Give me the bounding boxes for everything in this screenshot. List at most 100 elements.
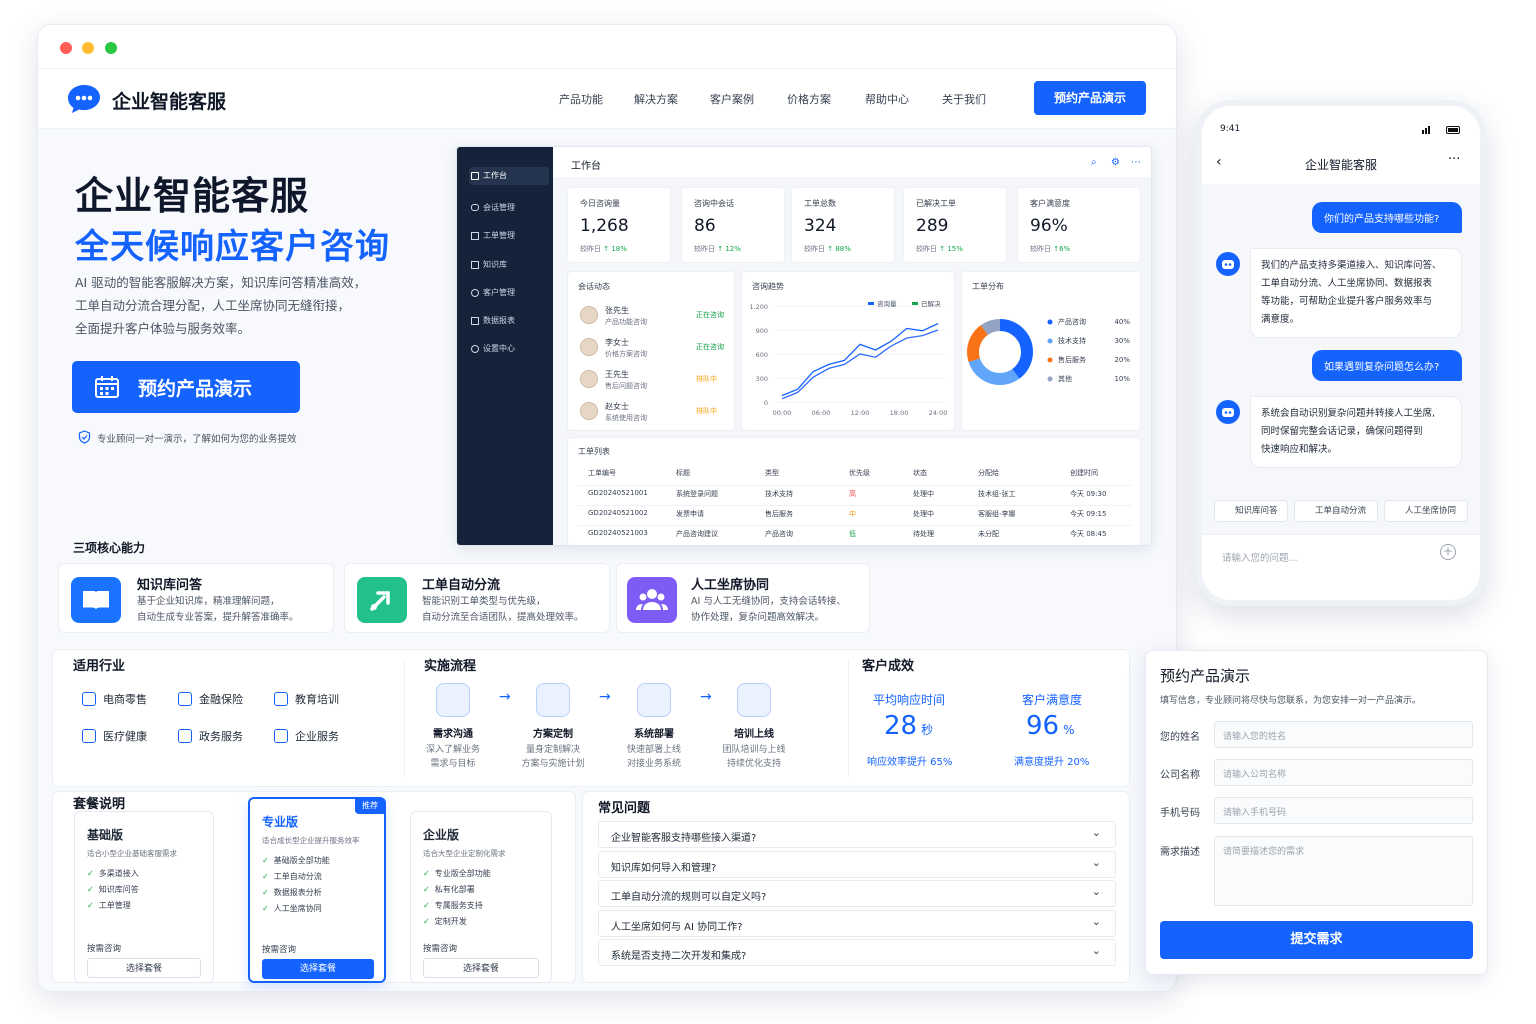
faq-item[interactable]: 工单自动分流的规则可以自定义吗? ⌄ <box>598 880 1116 907</box>
avatar <box>580 338 598 356</box>
quick-chip-routing[interactable]: 工单自动分流 <box>1294 500 1378 522</box>
chat-input[interactable]: 请输入您的问题... <box>1222 550 1298 564</box>
session-status: 排队中 <box>696 407 717 415</box>
plan-consult: 按需咨询 <box>87 944 122 954</box>
table-cell: 今天 09:30 <box>1070 490 1107 498</box>
sidebar-item-customers[interactable]: 客户管理 <box>469 284 549 302</box>
nav-link-cases[interactable]: 客户案例 <box>710 91 754 107</box>
sidebar-item-knowledge[interactable]: 知识库 <box>469 256 549 274</box>
table-cell: GD20240521002 <box>588 509 648 517</box>
table-cell: 技术组-张工 <box>978 490 1016 498</box>
bot-message: 系统会自动识别复杂问题并转接人工坐席, 同时保留完整会话记录，确保问题得到 快速响应… <box>1250 396 1462 468</box>
chevron-down-icon: ⌄ <box>1091 855 1101 869</box>
building-icon <box>274 729 288 743</box>
minimize-dot[interactable] <box>82 42 94 54</box>
session-topic: 产品功能咨询 <box>605 318 647 326</box>
plan-card: 推荐专业版适合成长型企业提升服务效率基础版全部功能工单自动分流数据报表分析人工坐… <box>248 797 386 983</box>
feature-title: 人工坐席协同 <box>691 578 770 593</box>
recommend-badge: 推荐 <box>355 798 385 814</box>
bag-icon <box>82 692 96 706</box>
table-header: 工单编号 <box>588 469 616 477</box>
feature-desc: 智能识别工单类型与优先级， 自动分流至合适团队，提高处理效率。 <box>422 596 584 623</box>
step-title: 培训上线 <box>734 729 774 740</box>
more-icon[interactable]: ··· <box>1448 152 1460 167</box>
bot-avatar-icon <box>1216 400 1240 424</box>
table-cell: GD20240521003 <box>588 529 648 537</box>
nav-link-help[interactable]: 帮助中心 <box>865 91 909 107</box>
brand-name: 企业智能客服 <box>112 91 227 113</box>
chevron-down-icon: ⌄ <box>1091 885 1101 898</box>
chat-icon <box>471 204 479 211</box>
select-plan-button[interactable]: 选择套餐 <box>87 958 201 978</box>
faq-item[interactable]: 企业智能客服支持哪些接入渠道? ⌄ <box>598 821 1116 848</box>
faq-item[interactable]: 系统是否支持二次开发和集成? ⌄ <box>598 939 1116 966</box>
hero-note: 专业顾问一对一演示，了解如何为您的业务提效 <box>97 434 297 445</box>
table-header: 优先级 <box>849 469 870 477</box>
field-label-company: 公司名称 <box>1160 770 1200 781</box>
table-cell: GD20240521001 <box>588 489 648 497</box>
session-panel-title: 会话动态 <box>578 282 610 291</box>
table-cell: 发票申请 <box>676 510 704 518</box>
select-plan-button[interactable]: 选择套餐 <box>423 958 539 978</box>
nav-demo-button[interactable]: 预约产品演示 <box>1034 81 1146 115</box>
form-subtitle: 填写信息，专业顾问将尽快与您联系，为您安排一对一产品演示。 <box>1160 696 1422 706</box>
browser-window: 企业智能客服 产品功能 解决方案 客户案例 价格方案 帮助中心 关于我们 预约产… <box>37 24 1177 992</box>
dashboard-title: 工作台 <box>571 161 601 172</box>
plan-feature: 私有化部署 <box>423 884 475 895</box>
feature-desc: 基于企业知识库，精准理解问题， 自动生成专业答案，提升解答准确率。 <box>137 596 299 623</box>
nav-link-solutions[interactable]: 解决方案 <box>634 91 678 107</box>
faq-item[interactable]: 人工坐席如何与 AI 协同工作? ⌄ <box>598 909 1116 937</box>
table-header: 创建时间 <box>1070 469 1098 477</box>
hero-title: 企业智能客服 <box>75 174 310 218</box>
name-input[interactable]: 请输入您的姓名 <box>1214 721 1473 748</box>
quick-chip-agent[interactable]: 人工坐席协同 <box>1384 500 1468 522</box>
hero-desc-line: 全面提升客户体验与服务效率。 <box>75 321 251 336</box>
settings-icon[interactable]: ⚙ <box>1111 157 1120 168</box>
plan-feature: 人工坐席协同 <box>262 903 322 914</box>
result-label: 平均响应时间 <box>873 693 946 707</box>
sidebar-item-reports[interactable]: 数据报表 <box>469 312 549 330</box>
plan-feature: 专业版全部功能 <box>423 868 491 879</box>
gear-icon <box>471 345 479 353</box>
route-arrow-icon <box>357 577 407 623</box>
add-icon[interactable]: + <box>1440 544 1456 560</box>
hero-demo-button[interactable]: 预约产品演示 <box>72 361 300 413</box>
legend-label: 产品咨询 <box>1058 317 1086 326</box>
x-tick-label: 24:00 <box>929 409 948 417</box>
trend-chart: 1,200 900 600 300 0 00:00 06:00 12:00 18:00 24:00… <box>749 299 948 417</box>
maximize-dot[interactable] <box>105 42 117 54</box>
nav-link-about[interactable]: 关于我们 <box>942 91 986 107</box>
industry-item: 企业服务 <box>295 730 339 743</box>
nav-link-pricing[interactable]: 价格方案 <box>787 91 831 107</box>
phone-input[interactable]: 请输入手机号码 <box>1214 797 1473 824</box>
table-cell: 未分配 <box>978 530 999 538</box>
select-plan-button[interactable]: 选择套餐 <box>262 959 374 979</box>
legend-swatch <box>868 302 874 305</box>
session-name: 赵女士 <box>605 402 629 411</box>
search-icon[interactable]: ⌕ <box>1091 157 1097 168</box>
session-panel: 会话动态 张先生 产品功能咨询 正在咨询 李女士 价格方案咨询 正在咨询 王先生 售后问题咨询… <box>567 271 735 431</box>
result-value: 96% <box>1026 711 1075 741</box>
sidebar-item-tickets[interactable]: 工单管理 <box>469 227 549 245</box>
desc-textarea[interactable]: 请简要描述您的需求 <box>1214 836 1473 906</box>
sidebar-item-settings[interactable]: 设置中心 <box>469 340 549 358</box>
feature-card-knowledge: 知识库问答 基于企业知识库，精准理解问题， 自动生成专业答案，提升解答准确率。 <box>58 563 334 633</box>
table-header: 状态 <box>913 469 927 477</box>
hero-demo-label: 预约产品演示 <box>138 378 253 400</box>
close-dot[interactable] <box>60 42 72 54</box>
company-input[interactable]: 请输入公司名称 <box>1214 759 1473 786</box>
sidebar-item-workbench[interactable]: 工作台 <box>469 167 549 185</box>
submit-button[interactable]: 提交需求 <box>1160 921 1473 959</box>
shield-check-icon <box>78 430 91 444</box>
plan-feature: 定制开发 <box>423 916 467 927</box>
grid-icon[interactable]: ⋯ <box>1131 157 1141 168</box>
bot-message: 我们的产品支持多渠道接入、知识库问答、 工单自动分流、人工坐席协同、数据报表 等功能… <box>1250 248 1462 338</box>
y-tick-label: 1,200 <box>749 303 768 311</box>
result-value: 28 秒 <box>884 711 934 741</box>
nav-link-products[interactable]: 产品功能 <box>559 91 603 107</box>
sidebar-item-sessions[interactable]: 会话管理 <box>469 199 549 217</box>
legend-value: 30% <box>1114 337 1130 345</box>
table-cell: 产品咨询建议 <box>676 530 718 538</box>
faq-item[interactable]: 知识库如何导入和管理? ⌄ <box>598 850 1116 878</box>
quick-chip-knowledge[interactable]: 知识库问答 <box>1214 500 1288 522</box>
